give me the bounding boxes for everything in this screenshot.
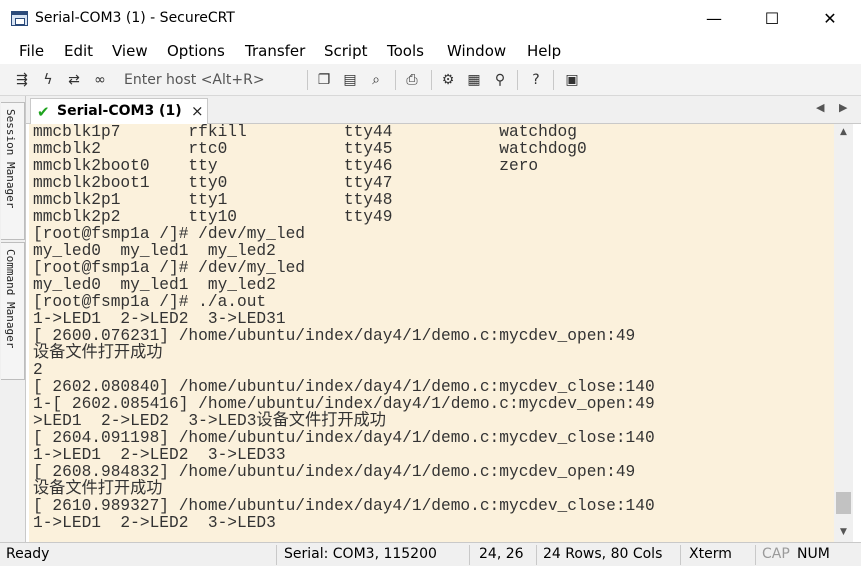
tab-scroll-left-icon[interactable]: ◀ xyxy=(816,101,824,114)
scroll-up-icon[interactable]: ▲ xyxy=(834,124,853,141)
status-divider xyxy=(276,545,277,565)
securecrt-app-icon xyxy=(11,11,28,26)
reconnect-icon[interactable]: ⇄ xyxy=(64,70,84,90)
status-divider xyxy=(469,545,470,565)
terminal-line: [root@fsmp1a /]# /dev/my_led xyxy=(33,259,305,277)
quick-connect-input[interactable] xyxy=(116,69,304,91)
status-divider xyxy=(680,545,681,565)
terminal-line: mmcblk1p7 rfkill tty44 watchdog xyxy=(33,124,577,141)
terminal-line: 1->LED1 2->LED2 3->LED33 xyxy=(33,446,286,464)
session-manager-tab[interactable]: Session Manager xyxy=(1,102,25,240)
status-caps-lock: CAP xyxy=(762,546,790,562)
toolbar-separator xyxy=(431,70,432,90)
terminal-line: [root@fsmp1a /]# /dev/my_led xyxy=(33,225,305,243)
terminal-line: [ 2608.984832] /home/ubuntu/index/day4/1… xyxy=(33,463,636,481)
lightning-icon[interactable]: ϟ xyxy=(38,70,58,90)
side-manager-panel: Session Manager Command Manager xyxy=(0,96,26,542)
status-terminal-type: Xterm xyxy=(689,546,732,562)
menu-edit[interactable]: Edit xyxy=(64,42,93,60)
title-bar[interactable]: Serial-COM3 (1) - SecureCRT — ☐ ✕ xyxy=(0,0,861,38)
status-divider xyxy=(536,545,537,565)
terminal-lines: mmcblk1p7 rfkill tty44 watchdog mmcblk2 r… xyxy=(33,124,655,532)
command-manager-label: Command Manager xyxy=(4,249,17,349)
keymap-icon[interactable]: ▦ xyxy=(464,70,484,90)
scroll-down-icon[interactable]: ▼ xyxy=(834,524,853,541)
toolbar-separator xyxy=(307,70,308,90)
find-icon[interactable]: ⌕ xyxy=(366,70,386,90)
terminal-line: 2 xyxy=(33,361,43,379)
menu-script[interactable]: Script xyxy=(324,42,368,60)
session-tab-bar: ✔ Serial-COM3 (1) × ◀ ▶ xyxy=(26,96,861,124)
connected-check-icon: ✔ xyxy=(37,103,50,121)
terminal-line: mmcblk2 rtc0 tty45 watchdog0 xyxy=(33,140,587,158)
scrollbar-thumb[interactable] xyxy=(836,492,851,514)
terminal-line: my_led0 my_led1 my_led2 xyxy=(33,242,276,260)
terminal-line: mmcblk2p1 tty1 tty48 xyxy=(33,191,393,209)
menu-options[interactable]: Options xyxy=(167,42,225,60)
disconnect-icon[interactable]: ∞ xyxy=(90,70,110,90)
terminal-line: my_led0 my_led1 my_led2 xyxy=(33,276,276,294)
session-manager-label: Session Manager xyxy=(4,109,17,209)
tab-close-icon[interactable]: × xyxy=(191,102,204,120)
status-ready: Ready xyxy=(6,546,50,562)
terminal-line: >LED1 2->LED2 3->LED3设备文件打开成功 xyxy=(33,412,386,430)
terminal-line: 设备文件打开成功 xyxy=(33,480,163,498)
print-icon[interactable]: ⎙ xyxy=(402,70,422,90)
status-bar: Ready Serial: COM3, 115200 24, 26 24 Row… xyxy=(0,542,861,566)
keygen-icon[interactable]: ▣ xyxy=(562,70,582,90)
window-title: Serial-COM3 (1) - SecureCRT xyxy=(35,10,235,26)
status-terminal-size: 24 Rows, 80 Cols xyxy=(543,546,663,562)
menu-transfer[interactable]: Transfer xyxy=(245,42,305,60)
toolbar-separator xyxy=(553,70,554,90)
menu-file[interactable]: File xyxy=(19,42,44,60)
menu-tools[interactable]: Tools xyxy=(387,42,424,60)
menu-view[interactable]: View xyxy=(112,42,148,60)
minimize-button[interactable]: — xyxy=(685,0,743,38)
toolbar-separator xyxy=(517,70,518,90)
terminal-line: mmcblk2boot0 tty tty46 zero xyxy=(33,157,539,175)
terminal-line: [ 2610.989327] /home/ubuntu/index/day4/1… xyxy=(33,497,655,515)
connect-icon[interactable]: ⇶ xyxy=(12,70,32,90)
terminal-line: 1-[ 2602.085416] /home/ubuntu/index/day4… xyxy=(33,395,655,413)
status-cursor-position: 24, 26 xyxy=(479,546,524,562)
command-manager-tab[interactable]: Command Manager xyxy=(1,242,25,380)
copy-icon[interactable]: ❐ xyxy=(314,70,334,90)
status-divider xyxy=(755,545,756,565)
terminal-line: [ 2600.076231] /home/ubuntu/index/day4/1… xyxy=(33,327,636,345)
terminal-line: [root@fsmp1a /]# ./a.out xyxy=(33,293,267,311)
session-tab-label: Serial-COM3 (1) xyxy=(57,103,182,119)
close-window-button[interactable]: ✕ xyxy=(801,0,859,38)
tab-scroll-right-icon[interactable]: ▶ xyxy=(839,101,847,114)
terminal-output[interactable]: mmcblk1p7 rfkill tty44 watchdog mmcblk2 r… xyxy=(29,124,834,542)
terminal-line: mmcblk2p2 tty10 tty49 xyxy=(33,208,393,226)
menu-bar: File Edit View Options Transfer Script T… xyxy=(0,38,861,64)
sftp-icon[interactable]: ⚲ xyxy=(490,70,510,90)
menu-help[interactable]: Help xyxy=(527,42,561,60)
terminal-line: [ 2604.091198] /home/ubuntu/index/day4/1… xyxy=(33,429,655,447)
paste-icon[interactable]: ▤ xyxy=(340,70,360,90)
terminal-line: 设备文件打开成功 xyxy=(33,344,163,362)
terminal-scrollbar[interactable]: ▲ ▼ xyxy=(834,124,853,542)
status-num-lock: NUM xyxy=(797,546,830,562)
terminal-line: [ 2602.080840] /home/ubuntu/index/day4/1… xyxy=(33,378,655,396)
terminal-line: 1->LED1 2->LED2 3->LED3 xyxy=(33,514,276,532)
status-connection: Serial: COM3, 115200 xyxy=(284,546,437,562)
toolbar-separator xyxy=(395,70,396,90)
terminal-line: mmcblk2boot1 tty0 tty47 xyxy=(33,174,393,192)
maximize-button[interactable]: ☐ xyxy=(743,0,801,38)
session-tab-serial-com3[interactable]: ✔ Serial-COM3 (1) × xyxy=(30,98,208,124)
toolbar: ⇶ ϟ ⇄ ∞ ❐ ▤ ⌕ ⎙ ⚙ ▦ ⚲ ? ▣ xyxy=(0,64,861,96)
menu-window[interactable]: Window xyxy=(447,42,506,60)
help-icon[interactable]: ? xyxy=(526,70,546,90)
terminal-line: 1->LED1 2->LED2 3->LED31 xyxy=(33,310,286,328)
settings-icon[interactable]: ⚙ xyxy=(438,70,458,90)
